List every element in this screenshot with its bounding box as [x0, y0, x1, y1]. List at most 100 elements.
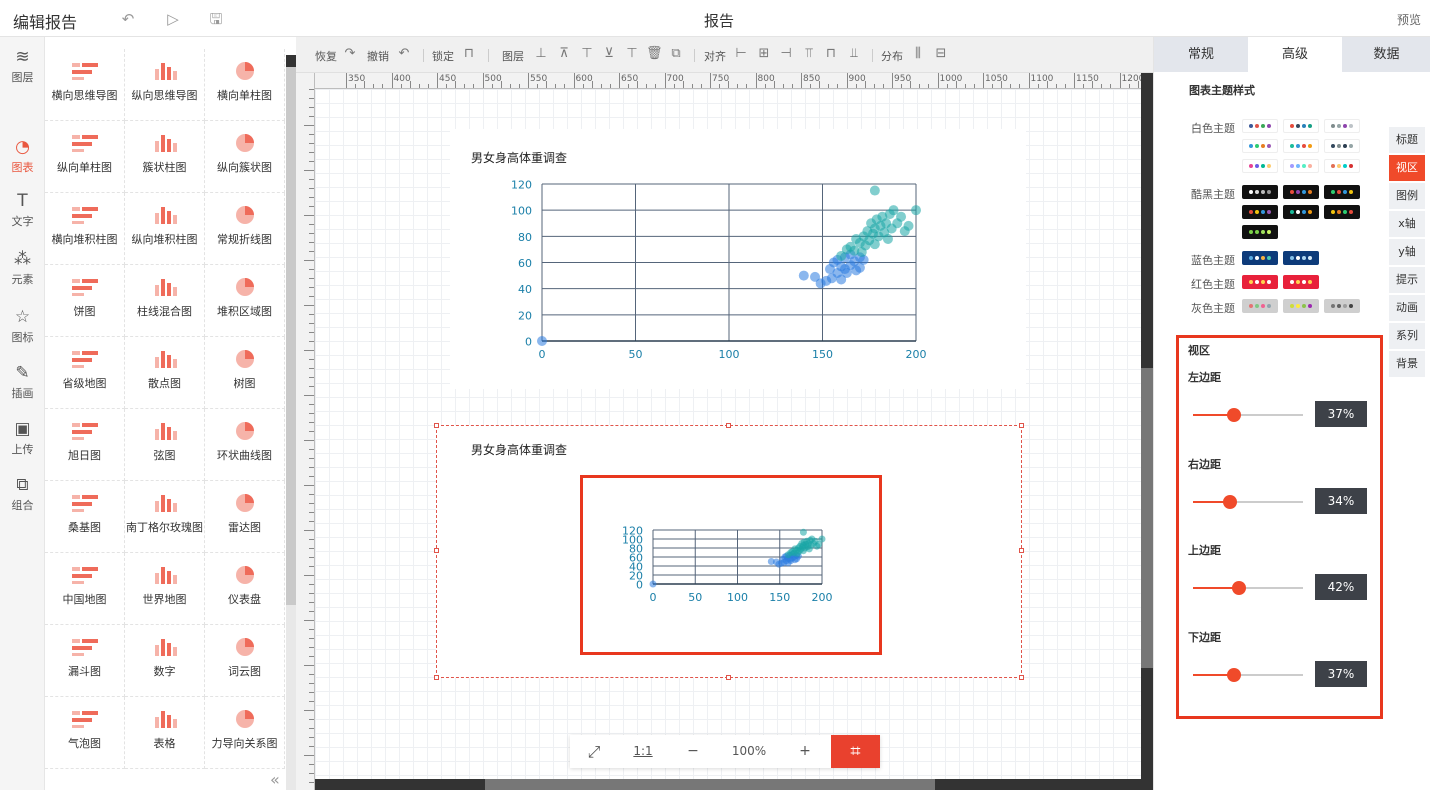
- component-item[interactable]: 数字: [125, 625, 205, 697]
- undo-icon[interactable]: ↶: [396, 46, 412, 62]
- theme-swatch[interactable]: [1283, 299, 1319, 313]
- theme-swatch[interactable]: [1283, 251, 1319, 265]
- resize-handle[interactable]: [726, 675, 731, 680]
- resize-handle[interactable]: [726, 423, 731, 428]
- restore-button[interactable]: 恢复: [315, 48, 337, 64]
- component-item[interactable]: 纵向单柱图: [45, 121, 125, 193]
- theme-swatch[interactable]: [1324, 205, 1360, 219]
- component-item[interactable]: 省级地图: [45, 337, 125, 409]
- theme-swatch[interactable]: [1283, 205, 1319, 219]
- slider-value[interactable]: 42%: [1315, 574, 1367, 600]
- lock-button[interactable]: 锁定: [432, 48, 454, 64]
- side-tab-5[interactable]: 提示: [1389, 267, 1425, 293]
- slider-value[interactable]: 37%: [1315, 660, 1367, 687]
- component-item[interactable]: 旭日图: [45, 409, 125, 481]
- align-top-icon[interactable]: ⫪: [801, 46, 817, 62]
- rail-item-chart[interactable]: ◔ 图表: [0, 129, 45, 183]
- align-middle-icon[interactable]: ⊓: [823, 46, 839, 62]
- resize-handle[interactable]: [434, 548, 439, 553]
- bring-front-icon[interactable]: ⊼: [556, 46, 572, 62]
- component-item[interactable]: 柱线混合图: [125, 265, 205, 337]
- component-item[interactable]: 词云图: [205, 625, 285, 697]
- component-item[interactable]: 中国地图: [45, 553, 125, 625]
- delete-icon[interactable]: 🗑: [646, 46, 663, 62]
- component-item[interactable]: 堆积区域图: [205, 265, 285, 337]
- resize-handle[interactable]: [1019, 675, 1024, 680]
- side-tab-3[interactable]: x轴: [1389, 211, 1425, 237]
- component-item[interactable]: 环状曲线图: [205, 409, 285, 481]
- rail-item-image-upload[interactable]: ▣ 上传: [0, 411, 45, 465]
- side-tab-1[interactable]: 视区: [1389, 155, 1425, 181]
- align-button[interactable]: 对齐: [704, 48, 726, 64]
- slider-knob[interactable]: [1223, 494, 1238, 509]
- theme-swatch[interactable]: [1242, 205, 1278, 219]
- theme-swatch[interactable]: [1324, 299, 1360, 313]
- component-item[interactable]: 弦图: [125, 409, 205, 481]
- tab-data[interactable]: 数据: [1342, 37, 1430, 72]
- component-item[interactable]: 横向单柱图: [205, 49, 285, 121]
- component-item[interactable]: 树图: [205, 337, 285, 409]
- resize-handle[interactable]: [434, 675, 439, 680]
- move-down-icon[interactable]: ⊤: [624, 46, 640, 62]
- theme-swatch[interactable]: [1242, 139, 1278, 153]
- rail-item-elements[interactable]: ⁂ 元素: [0, 241, 45, 295]
- component-item[interactable]: 纵向簇状图: [205, 121, 285, 193]
- redo-icon[interactable]: ↷: [342, 46, 358, 62]
- align-left-icon[interactable]: ⊢: [733, 46, 749, 62]
- resize-handle[interactable]: [1019, 548, 1024, 553]
- slider-value[interactable]: 34%: [1315, 487, 1367, 514]
- play-icon[interactable]: ▷: [164, 10, 182, 28]
- theme-swatch[interactable]: [1242, 159, 1278, 173]
- theme-swatch[interactable]: [1242, 299, 1278, 313]
- rail-item-layers[interactable]: ≋ 图层: [0, 39, 45, 93]
- rail-item-star[interactable]: ☆ 图标: [0, 299, 45, 353]
- component-item[interactable]: 雷达图: [205, 481, 285, 553]
- actual-size-button[interactable]: 1:1: [618, 735, 668, 768]
- grid-toggle-icon[interactable]: ⌗: [831, 735, 880, 768]
- component-item[interactable]: 横向堆积柱图: [45, 193, 125, 265]
- copy-icon[interactable]: ⧉: [668, 46, 684, 62]
- align-right-icon[interactable]: ⊣: [778, 46, 794, 62]
- component-item[interactable]: 簇状柱图: [125, 121, 205, 193]
- theme-swatch[interactable]: [1242, 251, 1278, 265]
- collapse-icon[interactable]: «: [270, 770, 280, 789]
- report-canvas[interactable]: 男女身高体重调查 120 100 80 60 40 20 0 0 50 100 150 200 男女身…: [315, 89, 1141, 779]
- layer-button[interactable]: 图层: [502, 48, 524, 64]
- theme-swatch[interactable]: [1242, 275, 1278, 289]
- component-item[interactable]: 纵向堆积柱图: [125, 193, 205, 265]
- component-item[interactable]: 世界地图: [125, 553, 205, 625]
- component-item[interactable]: 散点图: [125, 337, 205, 409]
- side-tab-6[interactable]: 动画: [1389, 295, 1425, 321]
- slider-value[interactable]: 37%: [1315, 401, 1367, 427]
- side-tab-4[interactable]: y轴: [1389, 239, 1425, 265]
- side-tab-2[interactable]: 图例: [1389, 183, 1425, 209]
- theme-swatch[interactable]: [1283, 139, 1319, 153]
- component-item[interactable]: 漏斗图: [45, 625, 125, 697]
- distribute-h-icon[interactable]: ⫼: [910, 46, 926, 62]
- theme-swatch[interactable]: [1242, 185, 1278, 199]
- side-tab-8[interactable]: 背景: [1389, 351, 1425, 377]
- zoom-out-button[interactable]: −: [668, 735, 718, 768]
- component-item[interactable]: 常规折线图: [205, 193, 285, 265]
- palette-scrollbar[interactable]: [286, 55, 296, 790]
- theme-swatch[interactable]: [1324, 185, 1360, 199]
- rail-item-group[interactable]: ⧉ 组合: [0, 467, 45, 521]
- side-tab-0[interactable]: 标题: [1389, 127, 1425, 153]
- theme-swatch[interactable]: [1242, 225, 1278, 239]
- layer-group-icon[interactable]: ⊥: [533, 46, 549, 62]
- component-item[interactable]: 仪表盘: [205, 553, 285, 625]
- rail-item-palette[interactable]: ✎ 插画: [0, 355, 45, 409]
- component-item[interactable]: 力导向关系图: [205, 697, 285, 769]
- chart-widget-1[interactable]: 男女身高体重调查 120 100 80 60 40 20 0 0 50 100 150 200: [450, 129, 1026, 389]
- component-item[interactable]: 南丁格尔玫瑰图: [125, 481, 205, 553]
- save-icon[interactable]: 🖫: [207, 10, 225, 28]
- canvas-horizontal-scrollbar[interactable]: [315, 779, 1141, 790]
- resize-handle[interactable]: [1019, 423, 1024, 428]
- canvas-vertical-scrollbar[interactable]: [1141, 73, 1153, 790]
- side-tab-7[interactable]: 系列: [1389, 323, 1425, 349]
- theme-swatch[interactable]: [1283, 275, 1319, 289]
- rail-item-text[interactable]: T 文字: [0, 183, 45, 237]
- distribute-v-icon[interactable]: ⊟: [933, 46, 949, 62]
- theme-swatch[interactable]: [1324, 119, 1360, 133]
- align-bottom-icon[interactable]: ⫫: [846, 46, 862, 62]
